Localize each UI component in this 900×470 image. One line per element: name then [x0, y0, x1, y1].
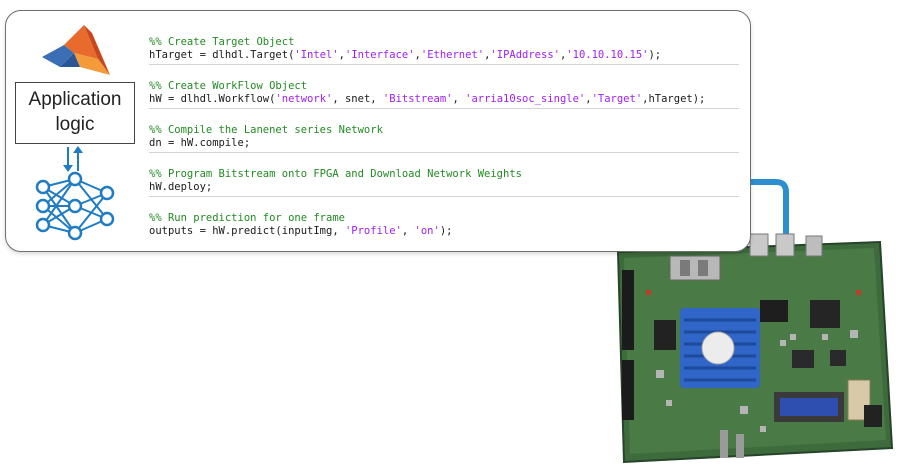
code-listing: %% Create Target Object hTarget = dlhdl.…	[149, 31, 739, 251]
code-statement: hW.deploy;	[149, 181, 739, 194]
code-block-compile: %% Compile the Lanenet series Network dn…	[149, 119, 739, 153]
code-token: ,	[401, 225, 415, 237]
code-string-literal: 'network'	[275, 93, 333, 105]
code-string-literal: 'IPAddress'	[490, 49, 560, 61]
code-callout-panel: Application logic %% Create Target Objec…	[5, 10, 751, 252]
code-token: dn = hW.compile;	[149, 137, 251, 149]
code-string-literal: 'Ethernet'	[420, 49, 485, 61]
code-string-literal: 'on'	[414, 225, 440, 237]
code-token: ,hTarget);	[642, 93, 706, 105]
code-comment: %% Program Bitstream onto FPGA and Downl…	[149, 168, 522, 180]
code-comment: %% Compile the Lanenet series Network	[149, 124, 383, 136]
application-box-line2: logic	[55, 114, 95, 135]
code-statement: hW = dlhdl.Workflow('network', snet, 'Bi…	[149, 93, 739, 106]
code-string-literal: 'Profile'	[344, 225, 402, 237]
code-comment: %% Create WorkFlow Object	[149, 80, 308, 92]
code-token: hTarget = dlhdl.Target(	[149, 49, 295, 61]
matlab-logo-icon	[42, 25, 110, 75]
code-token: );	[648, 49, 662, 61]
code-token: hW.deploy;	[149, 181, 213, 193]
neural-network-icon	[35, 171, 115, 241]
application-logic-box: Application logic	[15, 82, 135, 144]
fpga-board-image	[610, 230, 900, 465]
code-token: outputs = hW.predict(inputImg,	[149, 225, 345, 237]
code-string-literal: 'Interface'	[345, 49, 415, 61]
code-token: ,	[452, 93, 466, 105]
code-string-literal: 'Bitstream'	[382, 93, 453, 105]
code-statement: outputs = hW.predict(inputImg, 'Profile'…	[149, 225, 739, 238]
code-string-literal: '10.10.10.15'	[566, 49, 649, 61]
code-block-deploy: %% Program Bitstream onto FPGA and Downl…	[149, 163, 739, 197]
code-string-literal: 'Target'	[591, 93, 643, 105]
code-comment: %% Run prediction for one frame	[149, 212, 345, 224]
code-string-literal: 'arria10soc_single'	[465, 93, 586, 105]
code-statement: dn = hW.compile;	[149, 137, 739, 150]
code-token: hW = dlhdl.Workflow(	[149, 93, 276, 105]
application-box-line1: Application	[28, 89, 122, 110]
code-block-workflow: %% Create WorkFlow Object hW = dlhdl.Wor…	[149, 75, 739, 109]
code-token: );	[439, 225, 453, 237]
code-comment: %% Create Target Object	[149, 36, 295, 48]
code-block-target: %% Create Target Object hTarget = dlhdl.…	[149, 31, 739, 65]
code-block-predict: %% Run prediction for one frame outputs …	[149, 207, 739, 241]
code-statement: hTarget = dlhdl.Target('Intel','Interfac…	[149, 49, 739, 62]
code-string-literal: 'Intel'	[294, 49, 339, 61]
application-column: Application logic	[6, 11, 146, 251]
code-token: , snet,	[332, 93, 383, 105]
bidirectional-arrows-icon	[63, 146, 83, 172]
